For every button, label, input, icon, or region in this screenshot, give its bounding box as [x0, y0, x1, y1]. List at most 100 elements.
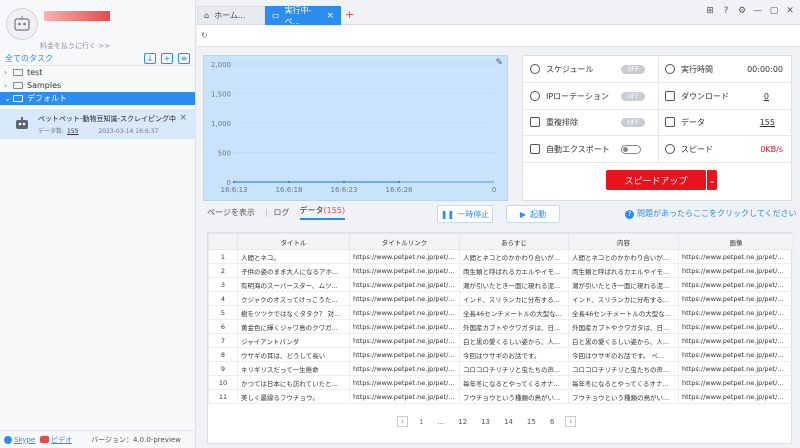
table-cell: https://www.petpet.ne.jp/pet/mam...: [349, 277, 460, 292]
start-button[interactable]: ▶ 起動: [506, 205, 560, 223]
table-row[interactable]: 6 黄金色に輝くジャワ島のクワガ... https://www.petpet.ne.…: [208, 319, 794, 334]
tab-log[interactable]: ログ: [274, 207, 290, 218]
table-cell: https://www.petpet.ne.jp/pet/mam...: [678, 263, 794, 278]
pagination: ‹ 1 ... 12 13 14 15 6 ›: [393, 416, 580, 427]
table-row[interactable]: 9 キリギリスだって一生懸命 https://www.petpet.ne.jp/pe…: [208, 361, 794, 376]
folder-icon: [13, 69, 23, 76]
speedup-button[interactable]: スピードアップ: [606, 170, 706, 190]
table-row[interactable]: 3 有明海のスーパースター、ムツ... https://www.petpet.ne.…: [208, 277, 794, 292]
table-body: 1 人間とネコ。 https://www.petpet.ne.jp/pet/mam.…: [208, 249, 794, 404]
folder-default[interactable]: ⌄ デフォルト: [0, 92, 195, 105]
column-header[interactable]: 画像: [678, 233, 794, 250]
table-cell: https://www.petpet.ne.jp/pet/mam...: [678, 305, 794, 320]
data-label: データ: [681, 117, 705, 127]
skype-icon[interactable]: [4, 435, 12, 444]
help-link[interactable]: ? 問題があったらここをクリックしてください: [625, 208, 797, 219]
prev-page-icon[interactable]: ‹: [397, 416, 408, 427]
table-cell: 白と黒の愛くるしい姿から、人...: [568, 333, 679, 348]
data-value[interactable]: 155: [760, 118, 775, 127]
tab-data-count: (155): [323, 206, 346, 215]
close-window-icon[interactable]: ✕: [784, 5, 796, 17]
ip-rotation-toggle[interactable]: OFF: [621, 92, 645, 101]
schedule-toggle[interactable]: OFF: [621, 65, 645, 74]
pause-button[interactable]: ❚❚ 一時停止: [437, 205, 493, 223]
folder-test[interactable]: › test: [0, 66, 195, 79]
table-row[interactable]: 1 人間とネコ。 https://www.petpet.ne.jp/pet/mam.…: [208, 249, 794, 264]
refresh-icon[interactable]: ↻: [201, 31, 208, 40]
tab-page-view[interactable]: ページを表示: [207, 207, 255, 218]
auto-export-toggle[interactable]: [621, 145, 641, 154]
address-bar: ↻: [197, 25, 800, 47]
tab-running[interactable]: ▭ 実行中-ペ... ×: [265, 6, 341, 26]
new-task-icon[interactable]: +: [161, 53, 173, 64]
folder-samples[interactable]: › Samples: [0, 79, 195, 92]
tab-data[interactable]: データ(155): [299, 205, 346, 220]
table-row[interactable]: 2 子供の姿のまま大人になるアホ... https://www.petpet.ne.…: [208, 263, 794, 278]
export-icon: [530, 144, 540, 154]
new-tab-icon[interactable]: +: [345, 8, 354, 21]
video-icon[interactable]: [40, 436, 50, 443]
run-time-row: 実行時間: [665, 56, 713, 82]
table-cell: インド、スリランカに分布する...: [459, 291, 569, 306]
auto-export-row: 自動エクスポート: [530, 136, 610, 162]
table-header-row: タイトル タイトルリンク あらすじ 内容 画像: [208, 233, 794, 250]
data-table: タイトル タイトルリンク あらすじ 内容 画像 1 人間とネコ。 https://www.p…: [207, 232, 794, 444]
folder-label: Samples: [27, 81, 62, 90]
task-count[interactable]: 155: [67, 128, 78, 135]
timer-icon: [665, 64, 675, 74]
table-cell: かつては日本にも訪れていたと...: [237, 375, 350, 390]
table-row[interactable]: 5 樹をツツクではなくタタク？ 対... https://www.petpet.ne…: [208, 305, 794, 320]
minimize-icon[interactable]: —: [752, 5, 764, 17]
import-task-icon[interactable]: ↓: [144, 53, 156, 64]
page-last[interactable]: 6: [550, 418, 554, 426]
close-icon[interactable]: ×: [179, 113, 187, 123]
settings-icon[interactable]: ⚙: [736, 5, 748, 17]
table-cell: https://www.petpet.ne.jp/pet/mam...: [678, 361, 794, 376]
tab-home[interactable]: ⌂ ホーム...: [197, 6, 265, 25]
maximize-icon[interactable]: ▢: [768, 5, 780, 17]
page-link[interactable]: 15: [527, 418, 536, 426]
page-link[interactable]: 14: [504, 418, 513, 426]
avatar[interactable]: [6, 8, 38, 40]
skype-link[interactable]: Skype: [14, 436, 35, 444]
x-tick-label: 16:6:18: [276, 186, 303, 194]
column-header[interactable]: タイトルリンク: [349, 233, 460, 250]
table-row[interactable]: 7 ジャイアントパンダ https://www.petpet.ne.jp/pet/m…: [208, 333, 794, 348]
table-row[interactable]: 11 美しく最縁るフウチョウ。 https://www.petpet.ne.jp/p…: [208, 389, 794, 404]
all-tasks-label[interactable]: 全てのタスク: [5, 53, 139, 64]
run-time-value: 00:00:00: [747, 65, 783, 74]
table-row[interactable]: 8 ウサギの耳は、どうして長い https://www.petpet.ne.jp/p…: [208, 347, 794, 362]
pencil-icon[interactable]: ✎: [495, 58, 503, 68]
task-view-icon[interactable]: ≡: [178, 53, 190, 64]
table-cell: 毎年冬になるとやってくるオナ...: [459, 375, 569, 390]
download-value[interactable]: 0: [764, 92, 769, 101]
column-header[interactable]: [208, 233, 238, 250]
chevron-down-icon[interactable]: ⌄: [707, 170, 717, 190]
video-link[interactable]: ビデオ: [51, 435, 72, 445]
schedule-row: スケジュール: [530, 56, 593, 82]
table-row[interactable]: 4 クジャクのオスってけっこうた... https://www.petpet.ne.…: [208, 291, 794, 306]
table-cell: 外国産カブトやクワガタは、日...: [568, 319, 679, 334]
page-link[interactable]: 13: [481, 418, 490, 426]
table-row[interactable]: 10 かつては日本にも訪れていたと... https://www.petpet.ne…: [208, 375, 794, 390]
table-cell: https://www.petpet.ne.jp/pet/mam...: [349, 319, 460, 334]
dedupe-icon: [530, 117, 540, 127]
run-time-label: 実行時間: [681, 64, 713, 74]
next-page-icon[interactable]: ›: [565, 416, 577, 427]
grid-icon[interactable]: ⊞: [704, 5, 716, 17]
column-header[interactable]: タイトル: [237, 233, 350, 250]
table-cell: キリギリスだって一生懸命: [237, 361, 350, 376]
page-link[interactable]: 12: [458, 418, 467, 426]
close-tab-icon[interactable]: ×: [326, 11, 334, 21]
column-header[interactable]: あらすじ: [459, 233, 569, 250]
dedupe-toggle[interactable]: OFF: [621, 118, 645, 127]
page-current[interactable]: 1: [419, 418, 423, 426]
table-cell: コロコロチリチリと虫たちの声...: [459, 361, 569, 376]
help-icon[interactable]: ?: [720, 5, 732, 17]
task-item[interactable]: ペットペット-動物豆知識-スクレイピング中 データ数: 155 2023-03-14…: [0, 109, 196, 139]
clock-icon: [530, 64, 540, 74]
table-cell: 人間とネコとのかかわり合いが...: [459, 249, 569, 264]
upgrade-link[interactable]: 料金を払うに行く >>: [40, 41, 110, 51]
column-header[interactable]: 内容: [568, 233, 679, 250]
home-icon: ⌂: [204, 11, 210, 20]
